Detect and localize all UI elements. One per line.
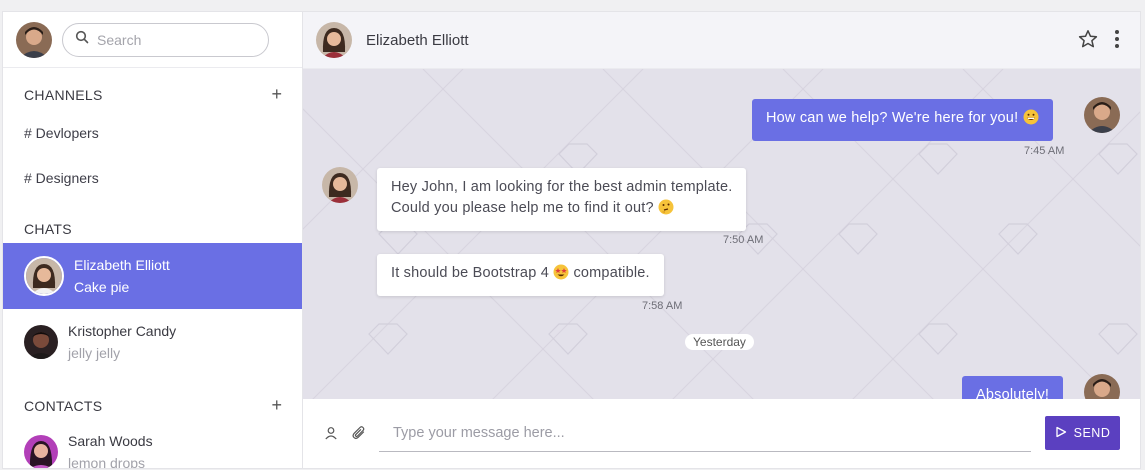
paperclip-icon[interactable]: [352, 425, 366, 445]
contact-name: Sarah Woods: [68, 433, 153, 449]
chat-app: CHANNELS + # Devlopers # Designers CHATS…: [2, 11, 1141, 469]
message-text: Could you please help me to find it out?: [391, 200, 654, 216]
channels-heading: CHANNELS: [24, 87, 103, 103]
message-text: It should be Bootstrap 4: [391, 265, 549, 281]
message-time: 7:45 AM: [1024, 145, 1065, 157]
channel-item-devlopers[interactable]: # Devlopers: [24, 125, 99, 141]
message-bubble: It should be Bootstrap 4 compatible.: [377, 254, 664, 296]
add-contact-button[interactable]: +: [271, 396, 282, 414]
message-time: 7:58 AM: [642, 300, 683, 312]
message-text: compatible.: [573, 265, 650, 281]
send-button[interactable]: SEND: [1045, 416, 1120, 450]
user-avatar[interactable]: [16, 21, 52, 58]
grinning-face-icon: [1023, 109, 1039, 132]
chat-panel: Elizabeth Elliott How can we help? We're…: [303, 12, 1140, 468]
avatar: [24, 325, 58, 359]
send-label: SEND: [1073, 426, 1111, 440]
search-input[interactable]: [97, 31, 257, 48]
add-channel-button[interactable]: +: [271, 85, 282, 103]
thinking-face-icon: [658, 199, 674, 222]
channel-item-designers[interactable]: # Designers: [24, 170, 99, 186]
contact-preview: lemon drops: [68, 455, 146, 468]
chat-preview: Cake pie: [74, 279, 130, 295]
sidebar-header: [3, 12, 302, 68]
chat-preview: jelly jelly: [68, 345, 121, 361]
search-box[interactable]: [62, 22, 269, 57]
date-separator: Yesterday: [685, 334, 754, 350]
contact-avatar: [322, 167, 358, 203]
message-bubble: How can we help? We're here for you!: [752, 99, 1053, 141]
contacts-heading: CONTACTS: [24, 398, 103, 414]
chat-header: Elizabeth Elliott: [303, 12, 1140, 69]
message-composer: SEND: [303, 399, 1140, 468]
chat-name: Kristopher Candy: [68, 323, 177, 339]
message-text: How can we help? We're here for you!: [766, 110, 1019, 126]
contact-item-sarah-woods[interactable]: Sarah Woods lemon drops: [3, 419, 302, 468]
plus-icon: +: [271, 84, 282, 104]
more-vertical-icon[interactable]: [1114, 29, 1120, 54]
plus-icon: +: [271, 395, 282, 415]
chat-item-kristopher-candy[interactable]: Kristopher Candy jelly jelly: [3, 309, 302, 375]
message-input[interactable]: [379, 414, 1031, 452]
sidebar: CHANNELS + # Devlopers # Designers CHATS…: [3, 12, 303, 468]
send-icon: [1055, 426, 1067, 441]
star-struck-face-icon: [553, 264, 569, 287]
avatar: [24, 256, 64, 296]
contact-avatar[interactable]: [316, 22, 352, 58]
chat-header-name: Elizabeth Elliott: [366, 31, 469, 49]
message-text: Hey John, I am looking for the best admi…: [391, 179, 733, 195]
star-icon[interactable]: [1078, 29, 1098, 54]
avatar: [24, 435, 58, 468]
message-bubble: Hey John, I am looking for the best admi…: [377, 168, 747, 231]
chat-item-elizabeth-elliott[interactable]: Elizabeth Elliott Cake pie: [3, 243, 302, 309]
person-icon[interactable]: [324, 426, 338, 445]
search-icon: [75, 30, 89, 49]
chats-heading: CHATS: [24, 221, 72, 237]
message-time: 7:50 AM: [723, 234, 764, 246]
message-list[interactable]: How can we help? We're here for you! 7:4…: [303, 69, 1140, 400]
chat-name: Elizabeth Elliott: [74, 257, 170, 273]
message-bubble: Absolutely!: [962, 376, 1064, 400]
my-avatar: [1084, 97, 1120, 133]
